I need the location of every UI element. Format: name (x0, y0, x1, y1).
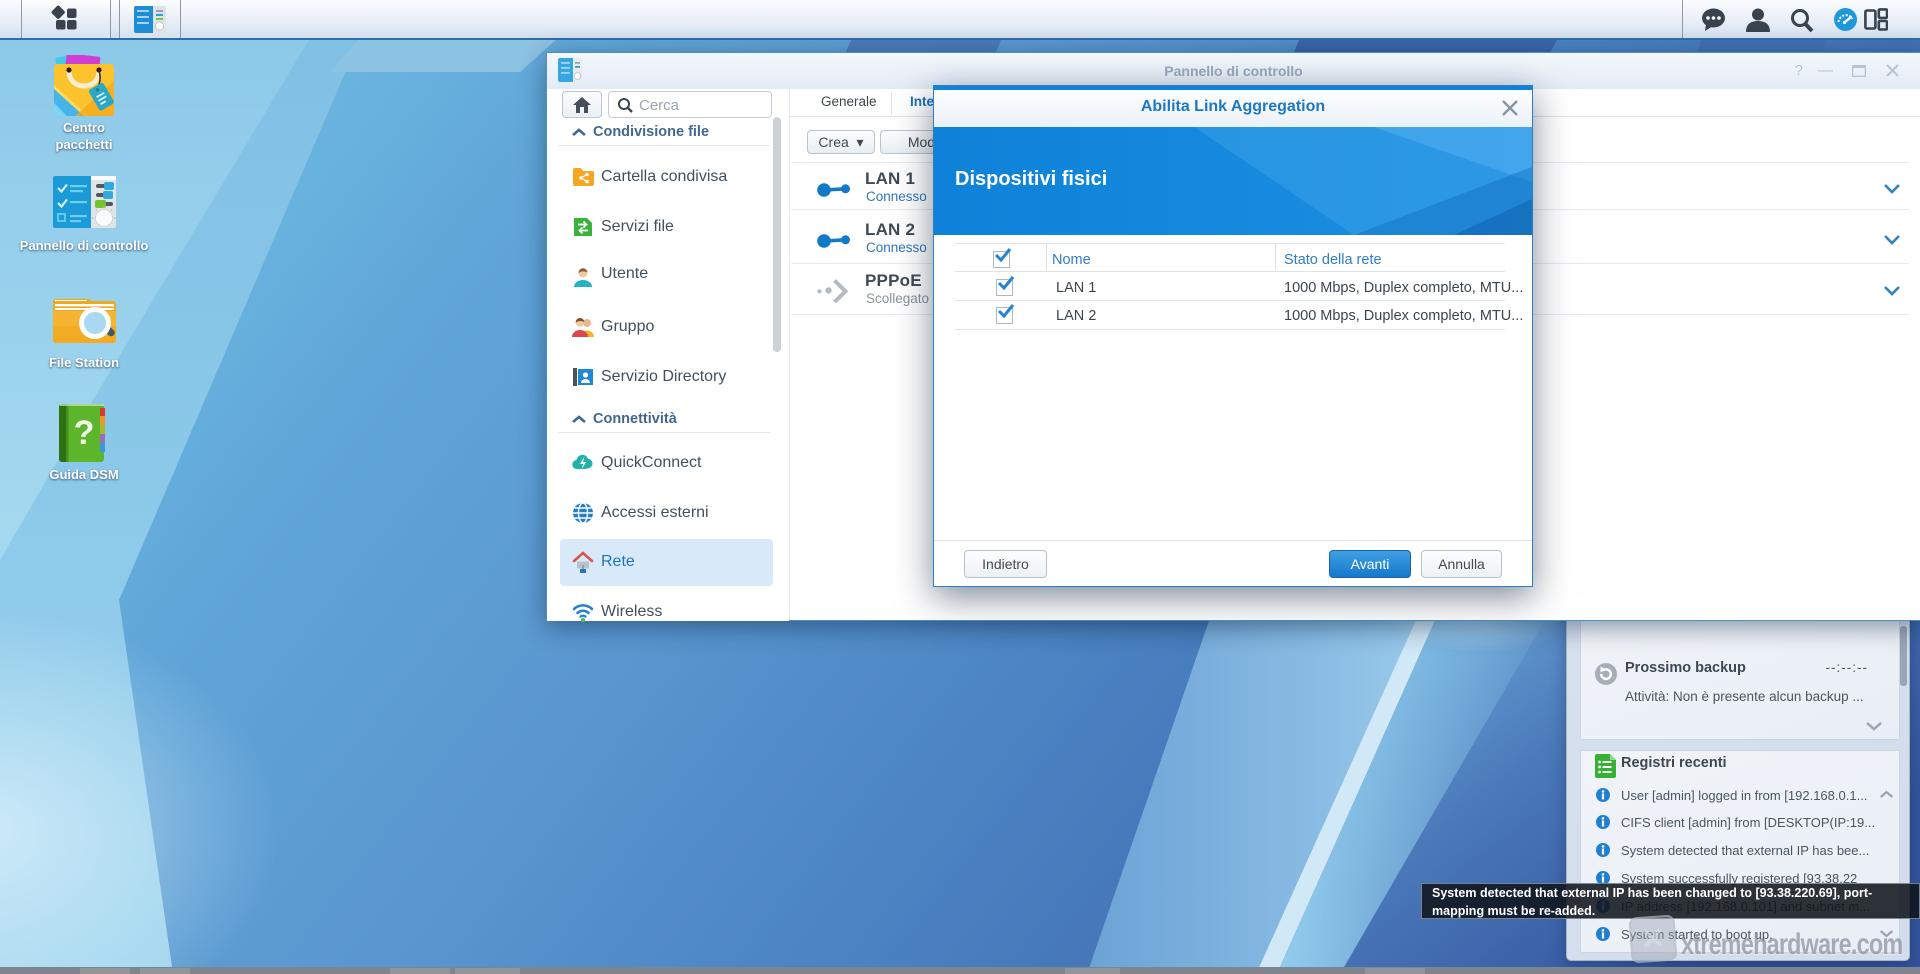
svg-text:?: ? (74, 414, 95, 452)
